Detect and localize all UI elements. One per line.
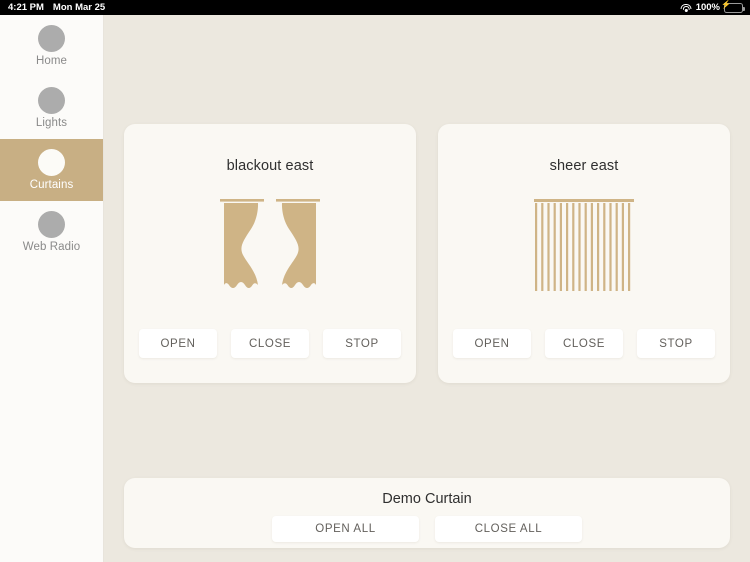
close-button[interactable]: CLOSE	[545, 329, 623, 358]
sidebar-item-curtains[interactable]: Curtains	[0, 139, 103, 201]
curtain-card-list: blackout east OPEN CLOSE STOP	[124, 124, 730, 383]
group-title: Demo Curtain	[382, 491, 471, 507]
curtain-controls: OPEN CLOSE STOP	[453, 329, 715, 358]
circle-icon	[38, 149, 65, 176]
status-bar-right: 100% ⚡	[681, 2, 750, 13]
stop-button[interactable]: STOP	[323, 329, 401, 358]
curtain-group-panel: Demo Curtain OPEN ALL CLOSE ALL	[124, 478, 730, 548]
close-all-button[interactable]: CLOSE ALL	[435, 516, 582, 542]
battery-percent-label: 100%	[696, 2, 720, 13]
app-root: 4:21 PM Mon Mar 25 100% ⚡ Home Lights Cu…	[0, 0, 750, 562]
curtain-controls: OPEN CLOSE STOP	[139, 329, 401, 358]
sidebar-item-lights[interactable]: Lights	[0, 77, 103, 139]
sidebar-item-label: Lights	[36, 117, 67, 129]
main-content: blackout east OPEN CLOSE STOP	[104, 15, 750, 562]
card-title: sheer east	[550, 158, 619, 174]
status-bar-left: 4:21 PM Mon Mar 25	[0, 2, 105, 13]
sidebar-item-label: Web Radio	[23, 241, 81, 253]
sidebar-item-label: Curtains	[30, 179, 74, 191]
curtain-open-icon	[218, 199, 322, 297]
sidebar-item-label: Home	[36, 55, 67, 67]
curtain-card-blackout-east: blackout east OPEN CLOSE STOP	[124, 124, 416, 383]
circle-icon	[38, 211, 65, 238]
circle-icon	[38, 25, 65, 52]
battery-charging-icon: ⚡	[724, 3, 743, 13]
open-button[interactable]: OPEN	[139, 329, 217, 358]
open-button[interactable]: OPEN	[453, 329, 531, 358]
status-bar-time: 4:21 PM	[8, 2, 44, 13]
sidebar-item-web-radio[interactable]: Web Radio	[0, 201, 103, 263]
wifi-icon	[681, 3, 692, 12]
sidebar-item-home[interactable]: Home	[0, 15, 103, 77]
curtain-card-sheer-east: sheer east	[438, 124, 730, 383]
card-title: blackout east	[227, 158, 314, 174]
open-all-button[interactable]: OPEN ALL	[272, 516, 419, 542]
group-controls: OPEN ALL CLOSE ALL	[272, 516, 582, 542]
curtain-closed-icon	[532, 199, 636, 297]
close-button[interactable]: CLOSE	[231, 329, 309, 358]
status-bar-date: Mon Mar 25	[53, 2, 105, 13]
status-bar: 4:21 PM Mon Mar 25 100% ⚡	[0, 0, 750, 15]
circle-icon	[38, 87, 65, 114]
sidebar: Home Lights Curtains Web Radio	[0, 15, 104, 562]
stop-button[interactable]: STOP	[637, 329, 715, 358]
